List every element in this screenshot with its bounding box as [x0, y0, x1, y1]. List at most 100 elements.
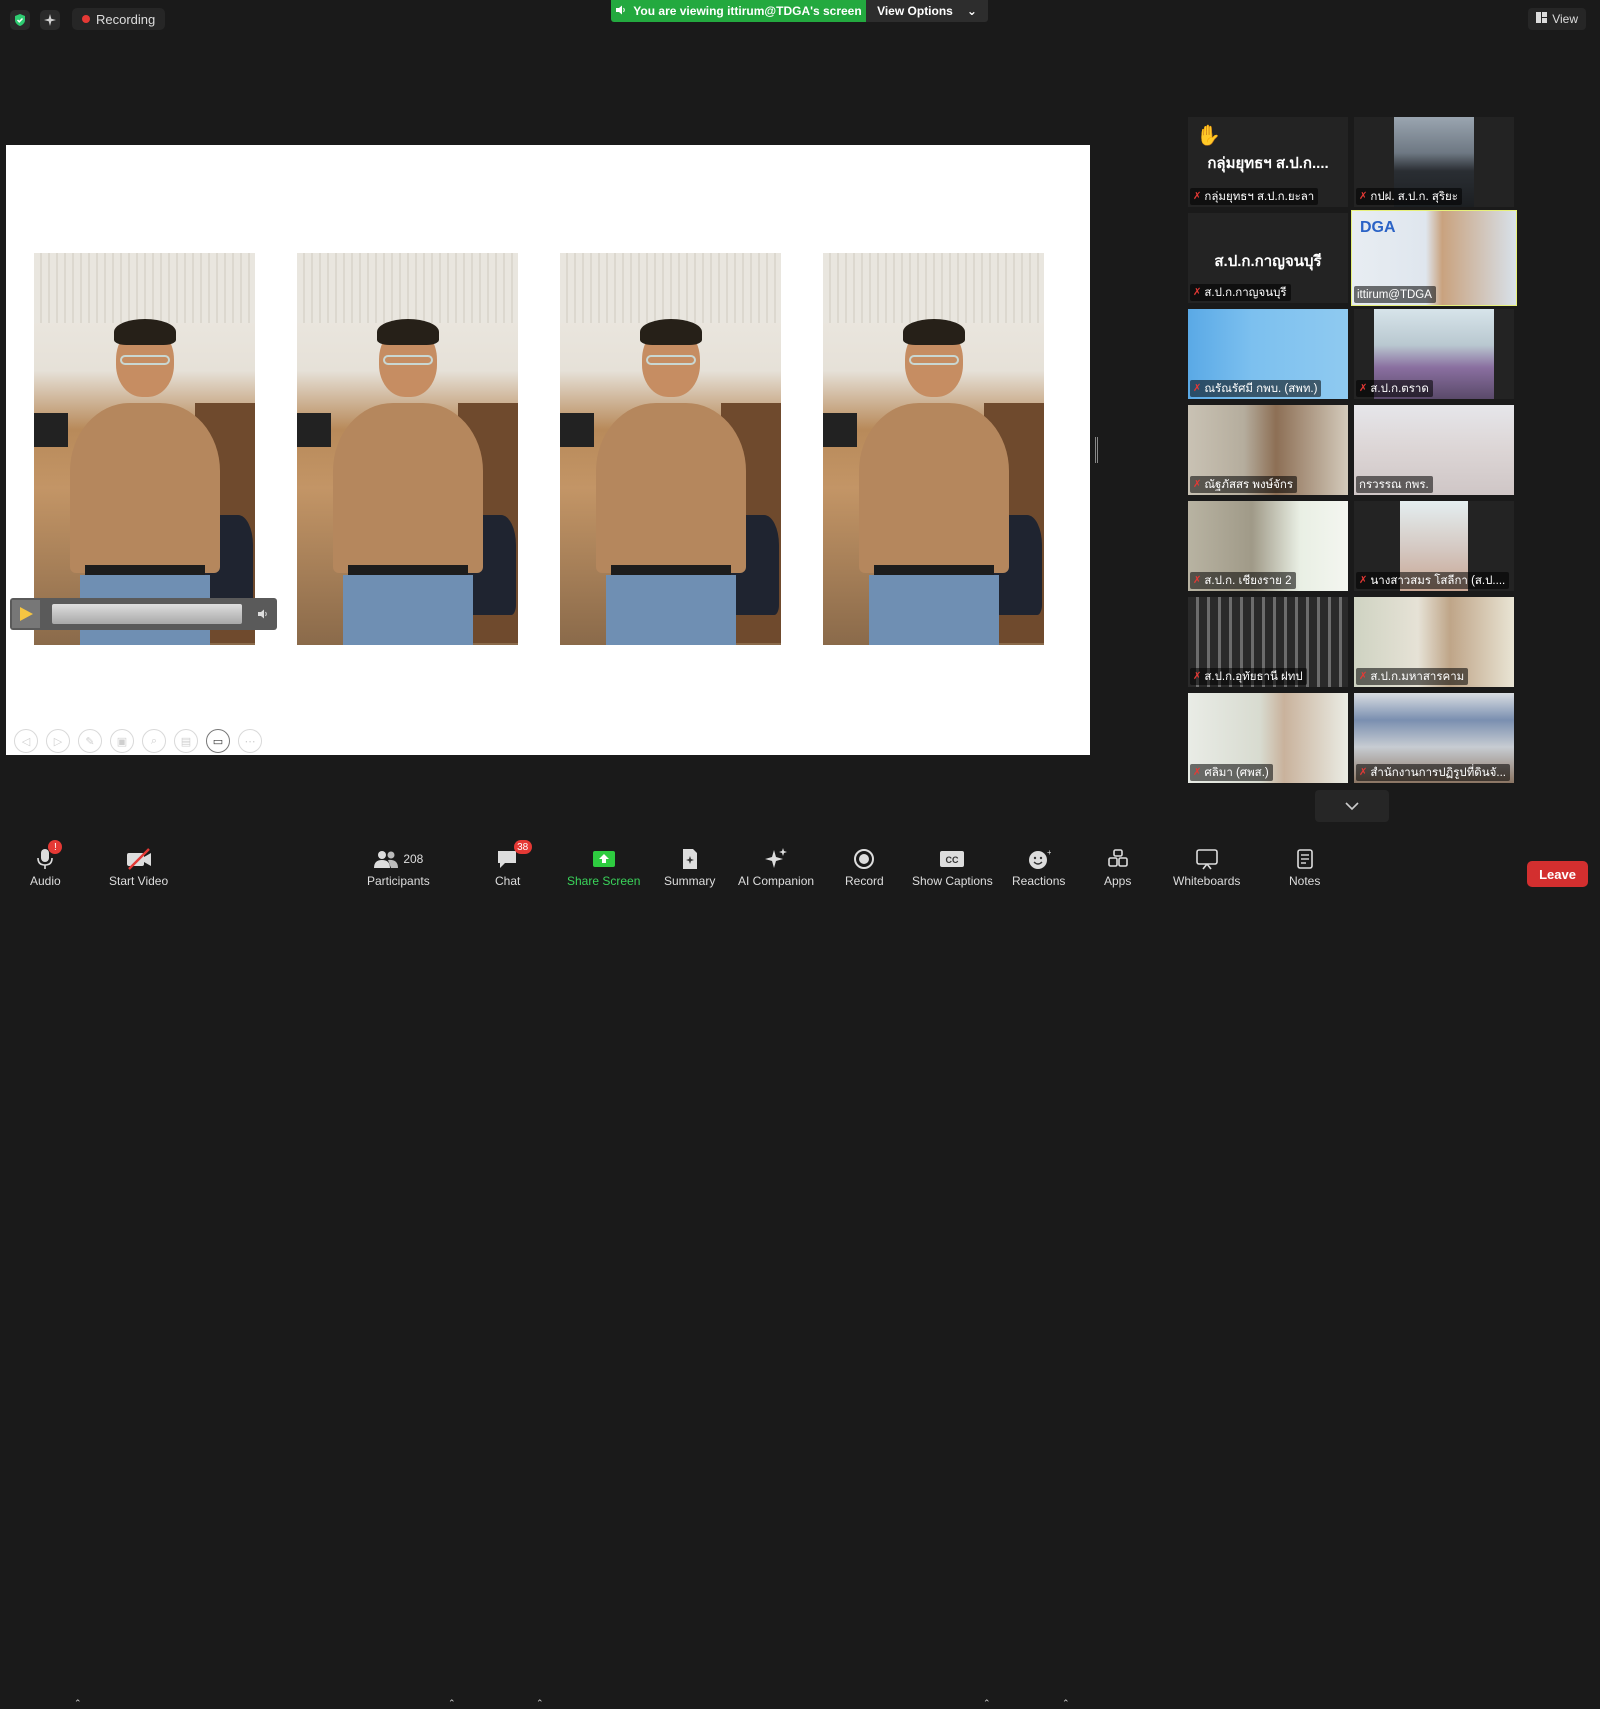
volume-icon[interactable]: [255, 606, 271, 622]
chevron-down-icon: [1345, 802, 1359, 811]
participant-tile[interactable]: ✗ ณัฐภัสสร พงษ์จักร: [1188, 405, 1348, 495]
mic-muted-icon: ✗: [1359, 575, 1368, 586]
gallery-next-page-button[interactable]: [1315, 790, 1389, 822]
shared-screen[interactable]: ◁ ▷ ✎ ▣ ⌕ ▤ ▭ ⋯: [6, 145, 1090, 755]
mic-muted-icon: ✗: [1193, 191, 1202, 202]
participant-tile-active-speaker[interactable]: DGA ittirum@TDGA: [1351, 210, 1517, 306]
chat-unread-badge: 38: [513, 840, 532, 854]
slide-photo-1: [34, 253, 255, 645]
participant-name-label: ✗ ส.ป.ก.อุทัยธานี ฝทป: [1190, 668, 1307, 685]
viewing-banner: You are viewing ittirum@TDGA's screen: [611, 0, 866, 22]
zoom-icon[interactable]: ⌕: [142, 729, 166, 753]
mic-muted-icon: ✗: [1193, 767, 1202, 778]
more-options-icon[interactable]: ⋯: [238, 729, 262, 753]
top-bar: Recording You are viewing ittirum@TDGA's…: [0, 0, 1600, 40]
chevron-down-icon: ⌄: [966, 4, 977, 18]
participant-tile[interactable]: ✗ ศลิมา (ศพส.): [1188, 693, 1348, 783]
participant-tile[interactable]: ✗ กปฝ. ส.ป.ก. สุริยะ: [1354, 117, 1514, 207]
participant-name-label: ✗ ส.ป.ก.มหาสารคาม: [1356, 668, 1469, 685]
mic-muted-icon: ✗: [1193, 671, 1202, 682]
next-slide-icon[interactable]: ▷: [46, 729, 70, 753]
participant-tile[interactable]: ✗ ส.ป.ก.ตราด: [1354, 309, 1514, 399]
apps-label: Apps: [1104, 874, 1132, 888]
participant-name-label: ittirum@TDGA: [1354, 286, 1436, 303]
chat-options-caret-icon[interactable]: ⌃: [536, 1698, 544, 1709]
previous-slide-icon[interactable]: ◁: [14, 729, 38, 753]
notes-label: Notes: [1289, 874, 1321, 888]
participant-tile[interactable]: ✗ ณรัณรัศมี กพบ. (สพท.): [1188, 309, 1348, 399]
participant-tile[interactable]: ✗ ส.ป.ก.อุทัยธานี ฝทป: [1188, 597, 1348, 687]
whiteboards-button[interactable]: Whiteboards: [1173, 846, 1240, 888]
participants-options-caret-icon[interactable]: ⌃: [448, 1698, 456, 1709]
participant-tile[interactable]: ✗ นางสาวสมร โสลีกา (ส.ป....: [1354, 501, 1514, 591]
share-screen-icon: [592, 851, 615, 867]
security-shield-icon[interactable]: [10, 10, 30, 30]
view-options-button[interactable]: View Options ⌄: [866, 0, 988, 22]
record-button[interactable]: Record: [845, 846, 884, 888]
audio-label: Audio: [30, 874, 61, 888]
participant-tile[interactable]: ✗ ส.ป.ก.มหาสารคาม: [1354, 597, 1514, 687]
audio-button[interactable]: ! Audio: [30, 840, 63, 888]
panel-resize-handle[interactable]: [1095, 437, 1098, 463]
svg-text:CC: CC: [946, 855, 959, 865]
dga-logo: DGA: [1360, 219, 1396, 236]
mic-muted-icon: ✗: [1359, 767, 1368, 778]
record-label: Record: [845, 874, 884, 888]
participant-name-label: ✗ สำนักงานการปฏิรูปที่ดินจั...: [1356, 764, 1510, 781]
view-button[interactable]: View: [1528, 8, 1586, 30]
view-options-label: View Options: [877, 4, 953, 18]
participant-name-label: ✗ ศลิมา (ศพส.): [1190, 764, 1273, 781]
participant-name-label: ✗ กลุ่มยุทธฯ ส.ป.ก.ยะลา: [1190, 188, 1319, 205]
start-video-button[interactable]: Start Video: [109, 846, 168, 888]
reactions-options-caret-icon[interactable]: ⌃: [1062, 1698, 1070, 1709]
slide-photo-3: [560, 253, 781, 645]
leave-button[interactable]: Leave: [1527, 861, 1588, 887]
participant-name-label: ✗ ส.ป.ก.กาญจนบุรี: [1190, 284, 1291, 301]
camera-icon[interactable]: ▭: [206, 729, 230, 753]
subtitles-icon[interactable]: ▤: [174, 729, 198, 753]
apps-button[interactable]: Apps: [1104, 846, 1131, 888]
participant-name-label: ✗ ส.ป.ก.ตราด: [1356, 380, 1433, 397]
pen-icon[interactable]: ✎: [78, 729, 102, 753]
ai-companion-label: AI Companion: [738, 874, 815, 888]
mic-muted-icon: ✗: [1193, 287, 1202, 298]
slides-icon[interactable]: ▣: [110, 729, 134, 753]
captions-options-caret-icon[interactable]: ⌃: [983, 1698, 991, 1709]
mic-muted-icon: ✗: [1193, 479, 1202, 490]
mic-muted-icon: ✗: [1193, 575, 1202, 586]
reactions-button[interactable]: + Reactions: [1012, 846, 1065, 888]
play-icon: [20, 607, 33, 621]
record-icon: [854, 849, 875, 869]
notes-button[interactable]: Notes: [1289, 846, 1320, 888]
participants-count: 208: [403, 852, 424, 866]
mic-muted-icon: ✗: [1359, 191, 1368, 202]
media-player-controls[interactable]: [10, 598, 277, 630]
viewing-banner-text: You are viewing ittirum@TDGA's screen: [633, 4, 862, 18]
audio-alert-badge: !: [48, 840, 63, 854]
ai-companion-button[interactable]: AI Companion: [738, 846, 814, 888]
ai-sparkle-icon[interactable]: [40, 10, 60, 30]
participant-tile[interactable]: กรวรรณ กพร.: [1354, 405, 1514, 495]
participant-tile[interactable]: ส.ป.ก.กาญจนบุรี ✗ ส.ป.ก.กาญจนบุรี: [1188, 213, 1348, 303]
participant-tile[interactable]: ✋ กลุ่มยุทธฯ ส.ป.ก.... ✗ กลุ่มยุทธฯ ส.ป.ก…: [1188, 117, 1348, 207]
view-label: View: [1552, 12, 1578, 26]
audio-options-caret-icon[interactable]: ⌃: [74, 1698, 82, 1709]
video-off-icon: [126, 848, 151, 870]
participant-tile[interactable]: ✗ ส.ป.ก. เชียงราย 2: [1188, 501, 1348, 591]
summary-button[interactable]: Summary: [664, 846, 715, 888]
participant-tile[interactable]: ✗ สำนักงานการปฏิรูปที่ดินจั...: [1354, 693, 1514, 783]
share-screen-button[interactable]: Share Screen: [567, 846, 640, 888]
recording-label: Recording: [96, 11, 156, 27]
start-video-label: Start Video: [109, 874, 169, 888]
show-captions-button[interactable]: CC Show Captions: [912, 846, 993, 888]
play-button[interactable]: [12, 600, 40, 628]
ai-companion-sparkle-icon: [765, 848, 788, 868]
notes-icon: [1296, 849, 1313, 869]
participants-button[interactable]: 208 Participants: [367, 846, 430, 888]
chat-button[interactable]: 38 Chat: [495, 840, 532, 888]
share-screen-label: Share Screen: [567, 874, 641, 888]
media-progress-bar[interactable]: [52, 604, 242, 624]
raised-hand-icon: ✋: [1196, 125, 1221, 147]
meeting-toolbar: ! Audio ⌃ Start Video 208 Participants ⌃…: [0, 840, 1600, 1708]
recording-indicator[interactable]: Recording: [72, 8, 166, 30]
